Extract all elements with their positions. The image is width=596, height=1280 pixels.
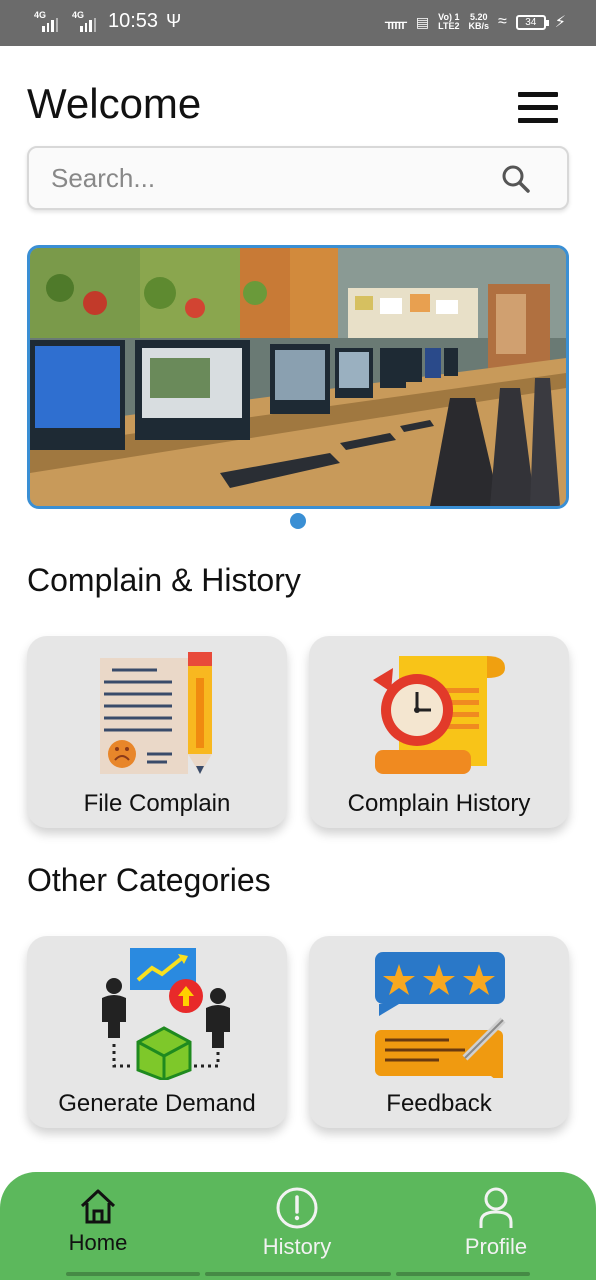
card-label: Complain History bbox=[347, 790, 531, 817]
demand-exchange-icon bbox=[102, 948, 230, 1080]
card-label: Generate Demand bbox=[58, 1090, 256, 1117]
usb-icon: Ψ bbox=[166, 11, 182, 31]
search-input[interactable] bbox=[51, 158, 491, 198]
search-icon[interactable] bbox=[501, 164, 531, 194]
nav-indicator bbox=[205, 1272, 391, 1276]
nav-history[interactable]: History bbox=[232, 1186, 362, 1260]
complain-history-card[interactable]: Complain History bbox=[309, 636, 569, 828]
computer-lab-image bbox=[30, 248, 566, 506]
page-title: Welcome bbox=[27, 80, 202, 127]
complaint-document-icon bbox=[100, 652, 212, 774]
banner-carousel[interactable] bbox=[27, 245, 569, 509]
history-scroll-clock-icon bbox=[373, 656, 505, 774]
bottom-navigation: Home History Profile bbox=[0, 1172, 596, 1280]
card-label: Feedback bbox=[386, 1090, 492, 1117]
feedback-card[interactable]: Feedback bbox=[309, 936, 569, 1128]
battery-level: 34 bbox=[525, 16, 537, 28]
volte-indicator: Vo) 1 LTE2 bbox=[438, 12, 460, 31]
nav-home-label: Home bbox=[68, 1230, 128, 1255]
nav-history-label: History bbox=[262, 1234, 332, 1259]
signal-icon: 4G bbox=[34, 9, 58, 32]
card-label: File Complain bbox=[83, 790, 231, 817]
signal-icon: 4G bbox=[72, 9, 96, 32]
generate-demand-card[interactable]: Generate Demand bbox=[27, 936, 287, 1128]
clock: 10:53 bbox=[108, 10, 159, 32]
profile-icon bbox=[479, 1187, 513, 1228]
network-type-2: 4G bbox=[72, 9, 85, 20]
nav-indicator bbox=[66, 1272, 200, 1276]
exclamation-circle-icon bbox=[276, 1187, 318, 1229]
charging-icon: ⚡ bbox=[554, 14, 566, 31]
nav-indicator bbox=[396, 1272, 530, 1276]
carousel-indicator[interactable] bbox=[290, 513, 306, 529]
nav-home[interactable]: Home bbox=[33, 1186, 163, 1256]
nav-profile[interactable]: Profile bbox=[431, 1186, 561, 1260]
file-complain-card[interactable]: File Complain bbox=[27, 636, 287, 828]
section-title-other: Other Categories bbox=[27, 862, 271, 898]
battery-icon: 34 bbox=[515, 14, 549, 30]
bluetooth-icon: ᚅ bbox=[384, 14, 407, 31]
vibrate-icon: ▤ bbox=[415, 13, 430, 30]
nav-profile-label: Profile bbox=[464, 1234, 528, 1259]
network-type-1: 4G bbox=[34, 9, 47, 20]
hamburger-menu-icon[interactable] bbox=[518, 92, 558, 124]
wifi-icon: ≈ bbox=[497, 13, 507, 30]
home-icon bbox=[80, 1189, 116, 1224]
section-title-complain: Complain & History bbox=[27, 562, 301, 598]
search-bar bbox=[27, 146, 569, 210]
feedback-stars-icon bbox=[375, 952, 506, 1078]
network-speed: 5.20 KB/s bbox=[468, 12, 489, 31]
status-bar: 4G 4G 10:53 Ψ ᚅ ▤ Vo) 1 LTE2 5.20 KB/s ≈… bbox=[0, 0, 596, 46]
